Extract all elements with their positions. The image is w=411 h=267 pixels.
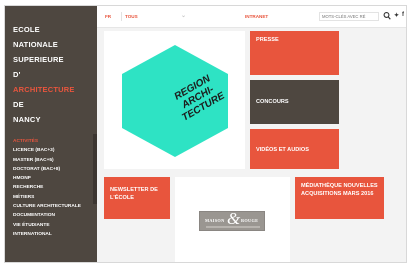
sidebar-nav-item[interactable]: VIE ÉTUDIANTE: [13, 221, 97, 230]
facebook-icon[interactable]: f: [402, 12, 404, 18]
sidebar-nav-item[interactable]: MASTER (BAC+5): [13, 156, 97, 165]
mediatheque-label: MÉDIATHÈQUE NOUVELLES ACQUISITIONS MARS …: [301, 183, 378, 197]
divider: [121, 12, 122, 21]
sidebar-nav-item[interactable]: CULTURE ARCHITECTURALE: [13, 202, 97, 211]
presse-label: PRESSE: [256, 37, 279, 43]
videos-audios-tile[interactable]: VIDÉOS ET AUDIOS: [250, 129, 339, 169]
sidebar-nav-item[interactable]: INTERNATIONAL: [13, 230, 97, 239]
intranet-link[interactable]: INTRANET: [245, 14, 268, 19]
concours-label: CONCOURS: [256, 99, 289, 105]
school-name-line: NANCY: [13, 115, 41, 124]
sidebar: ECOLE NATIONALE SUPERIEURE D' ARCHITECTURE DE…: [5, 6, 97, 262]
presse-tile[interactable]: PRESSE: [250, 31, 339, 75]
school-name-line: ECOLE: [13, 25, 40, 34]
sidebar-nav-item[interactable]: DOCUMENTATION: [13, 211, 97, 220]
activities-heading[interactable]: ACTIVITÉS: [13, 137, 97, 146]
school-name-line: D': [13, 70, 21, 79]
sidebar-nav-item[interactable]: RECHERCHE: [13, 183, 97, 192]
maison-rouge-logo: MAISON & ROUGE: [199, 209, 265, 231]
newsletter-tile[interactable]: NEWSLETTER DE L'ÉCOLE: [104, 177, 170, 219]
newsletter-label: NEWSLETTER DE L'ÉCOLE: [110, 187, 158, 201]
sidebar-nav-item[interactable]: HMONP: [13, 174, 97, 183]
language-switch[interactable]: FR: [105, 14, 111, 19]
school-name[interactable]: ECOLE NATIONALE SUPERIEURE D' ARCHITECTURE DE…: [13, 22, 97, 127]
videos-label: VIDÉOS ET AUDIOS: [256, 147, 309, 153]
logo-right-text: ROUGE: [241, 218, 259, 223]
maison-rouge-tile[interactable]: MAISON & ROUGE: [175, 177, 290, 262]
twitter-icon[interactable]: ✦: [394, 12, 399, 19]
school-name-line: NATIONALE: [13, 40, 58, 49]
chevron-down-icon[interactable]: ⌄: [181, 12, 186, 19]
region-architecture-tile[interactable]: REGION ARCHI-TECTURE: [104, 31, 245, 169]
filter-select[interactable]: TOUS: [125, 14, 138, 19]
search-input[interactable]: [319, 12, 379, 21]
school-name-line: SUPERIEURE: [13, 55, 64, 64]
logo-underline: [206, 226, 260, 228]
nav-list: LICENCE (BAC+3) MASTER (BAC+5) DOCTORAT (B…: [13, 146, 97, 239]
top-bar: FR TOUS ⌄ INTRANET ✦ f in: [97, 6, 406, 28]
activities-nav: ACTIVITÉS LICENCE (BAC+3) MASTER (BAC+5) D…: [13, 137, 97, 239]
concours-tile[interactable]: CONCOURS: [250, 80, 339, 124]
sidebar-nav-item[interactable]: LICENCE (BAC+3): [13, 146, 97, 155]
mediatheque-tile[interactable]: MÉDIATHÈQUE NOUVELLES ACQUISITIONS MARS …: [295, 177, 384, 219]
search-icon[interactable]: [383, 11, 391, 21]
browser-frame: ECOLE NATIONALE SUPERIEURE D' ARCHITECTURE DE…: [4, 5, 407, 263]
school-name-line: ARCHITECTURE: [13, 85, 75, 94]
school-name-line: DE: [13, 100, 24, 109]
sidebar-nav-item[interactable]: MÉTIERS: [13, 193, 97, 202]
sidebar-nav-item[interactable]: DOCTORAT (BAC+8): [13, 165, 97, 174]
sidebar-scrollbar[interactable]: [93, 134, 97, 204]
logo-left-text: MAISON: [205, 218, 225, 223]
